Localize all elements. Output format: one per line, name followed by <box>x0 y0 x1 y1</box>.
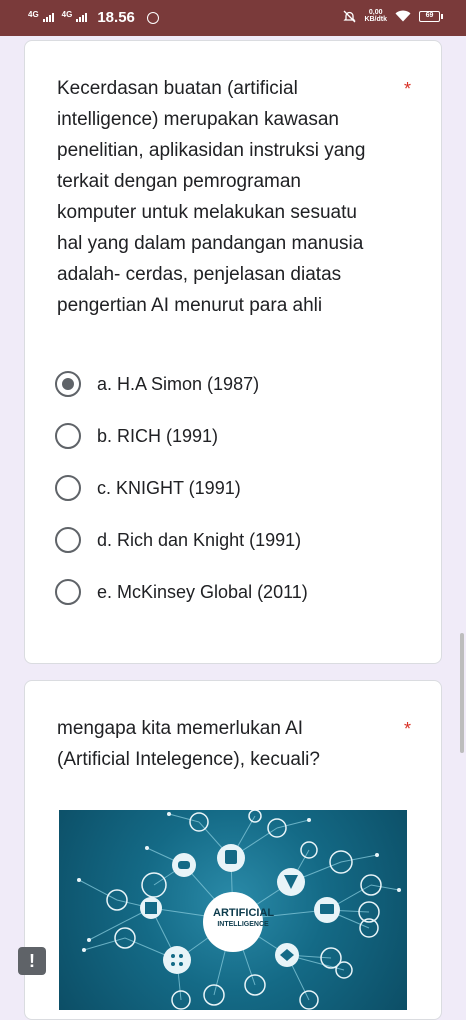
clock: 18.56 <box>97 9 135 26</box>
question-card-1: Kecerdasan buatan (artificial intelligen… <box>24 40 442 664</box>
ai-network-image: ARTIFICIAL INTELLIGENCE <box>59 810 407 1010</box>
radio-b[interactable] <box>55 423 81 449</box>
battery-level: 69 <box>425 11 434 19</box>
network-speed-unit: KB/dtk <box>364 16 387 23</box>
whatsapp-icon <box>146 11 159 24</box>
mute-icon <box>343 10 357 22</box>
battery-icon: 69 <box>419 10 443 22</box>
network-speed: 0,00 KB/dtk <box>364 9 387 23</box>
option-d-label: d. Rich dan Knight (1991) <box>97 529 302 550</box>
question-card-2: mengapa kita memerlukan AI (Artificial I… <box>24 680 442 1020</box>
option-e-label: e. McKinsey Global (2011) <box>97 581 308 602</box>
option-b-label: b. RICH (1991) <box>97 425 219 446</box>
option-d[interactable]: d. Rich dan Knight (1991) <box>55 527 301 553</box>
required-mark-2: * <box>403 719 411 739</box>
network-type-1: 4G <box>28 9 39 19</box>
status-bar: 4G 4G 18.56 0,00 KB/dtk 69 <box>0 0 466 36</box>
signal-icon-1 <box>42 13 54 22</box>
status-left: 4G 4G 18.56 <box>28 9 159 26</box>
question-2-text: mengapa kita memerlukan AI (Artificial I… <box>57 718 320 770</box>
network-type-2: 4G <box>61 9 73 19</box>
network-speed-value: 0,00 <box>368 9 383 16</box>
radio-c[interactable] <box>55 475 81 501</box>
wifi-icon <box>395 10 411 22</box>
report-button[interactable]: ! <box>18 947 46 975</box>
option-b[interactable]: b. RICH (1991) <box>55 423 218 449</box>
required-mark-1: * <box>403 79 411 99</box>
option-a[interactable]: a. H.A Simon (1987) <box>55 371 259 397</box>
option-a-label: a. H.A Simon (1987) <box>97 373 260 394</box>
scrollbar[interactable] <box>460 633 464 753</box>
status-right: 0,00 KB/dtk 69 <box>343 9 443 23</box>
option-c-label: c. KNIGHT (1991) <box>97 477 241 498</box>
radio-e[interactable] <box>55 579 81 605</box>
radio-d[interactable] <box>55 527 81 553</box>
question-1-text: Kecerdasan buatan (artificial intelligen… <box>57 78 366 316</box>
ai-label-line2: INTELLIGENCE <box>217 921 269 928</box>
ai-label-line1: ARTIFICIAL <box>213 907 275 919</box>
signal-icon-2 <box>76 13 88 22</box>
option-e[interactable]: e. McKinsey Global (2011) <box>55 579 308 605</box>
option-c[interactable]: c. KNIGHT (1991) <box>55 475 241 501</box>
radio-a-selected[interactable] <box>55 371 81 397</box>
ai-center-label: ARTIFICIAL INTELLIGENCE <box>213 907 275 930</box>
